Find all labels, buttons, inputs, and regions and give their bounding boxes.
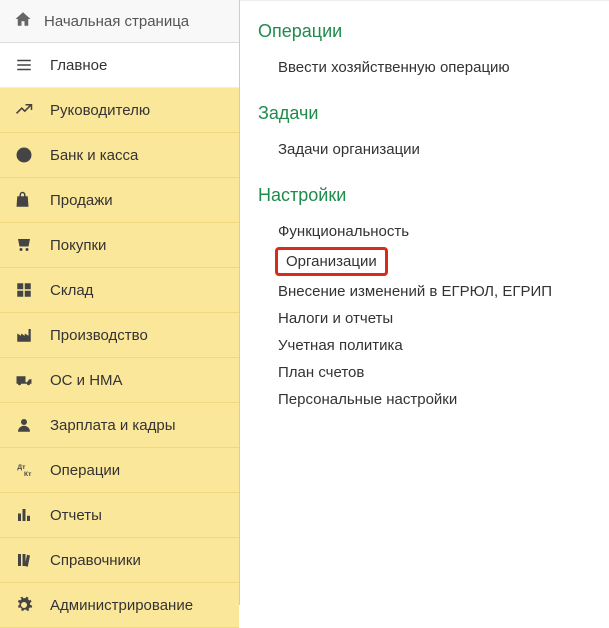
bar-chart-icon xyxy=(14,505,34,525)
gear-icon xyxy=(14,595,34,615)
svg-text:₽: ₽ xyxy=(21,151,26,160)
nav-label: Руководителю xyxy=(50,102,150,119)
link-org-tasks[interactable]: Задачи организации xyxy=(258,136,591,163)
link-accounting-policy[interactable]: Учетная политика xyxy=(258,332,591,359)
sidebar: Начальная страница Главное Руководителю … xyxy=(0,0,240,605)
person-icon xyxy=(14,415,34,435)
nav-label: Банк и касса xyxy=(50,147,138,164)
nav-item-purchases[interactable]: Покупки xyxy=(0,223,239,268)
nav-main[interactable]: Главное xyxy=(0,43,239,88)
nav-item-hr[interactable]: Зарплата и кадры xyxy=(0,403,239,448)
books-icon xyxy=(14,550,34,570)
link-personal-settings[interactable]: Персональные настройки xyxy=(258,386,591,413)
debit-credit-icon: ДтКт xyxy=(14,460,34,480)
nav-label: Администрирование xyxy=(50,597,193,614)
section-title: Задачи xyxy=(258,103,591,124)
nav-item-operations[interactable]: ДтКт Операции xyxy=(0,448,239,493)
nav-label: Производство xyxy=(50,327,148,344)
nav-item-production[interactable]: Производство xyxy=(0,313,239,358)
link-organizations[interactable]: Организации xyxy=(275,247,388,276)
nav-item-assets[interactable]: ОС и НМА xyxy=(0,358,239,403)
trend-up-icon xyxy=(14,100,34,120)
nav-label: Справочники xyxy=(50,552,141,569)
section-tasks: Задачи Задачи организации xyxy=(258,103,591,163)
link-registry-changes[interactable]: Внесение изменений в ЕГРЮЛ, ЕГРИП xyxy=(258,278,591,305)
section-title: Операции xyxy=(258,21,591,42)
link-functionality[interactable]: Функциональность xyxy=(258,218,591,245)
bag-icon xyxy=(14,190,34,210)
link-taxes-reports[interactable]: Налоги и отчеты xyxy=(258,305,591,332)
nav-label: Покупки xyxy=(50,237,106,254)
app-root: Начальная страница Главное Руководителю … xyxy=(0,0,609,605)
section-title: Настройки xyxy=(258,185,591,206)
section-operations: Операции Ввести хозяйственную операцию xyxy=(258,21,591,81)
nav-label: Зарплата и кадры xyxy=(50,417,176,434)
nav-main-label: Главное xyxy=(50,57,107,74)
nav-item-bank[interactable]: ₽ Банк и касса xyxy=(0,133,239,178)
menu-icon xyxy=(14,55,34,75)
nav-label: Склад xyxy=(50,282,93,299)
content-panel: Операции Ввести хозяйственную операцию З… xyxy=(240,0,609,605)
grid-icon xyxy=(14,280,34,300)
home-icon xyxy=(14,10,32,32)
cart-icon xyxy=(14,235,34,255)
home-label: Начальная страница xyxy=(44,13,189,30)
nav-item-manager[interactable]: Руководителю xyxy=(0,88,239,133)
nav-item-warehouse[interactable]: Склад xyxy=(0,268,239,313)
nav-item-sales[interactable]: Продажи xyxy=(0,178,239,223)
link-enter-operation[interactable]: Ввести хозяйственную операцию xyxy=(258,54,591,81)
truck-icon xyxy=(14,370,34,390)
factory-icon xyxy=(14,325,34,345)
nav-item-reports[interactable]: Отчеты xyxy=(0,493,239,538)
nav-label: Отчеты xyxy=(50,507,102,524)
nav-label: ОС и НМА xyxy=(50,372,123,389)
nav-label: Продажи xyxy=(50,192,113,209)
nav-item-admin[interactable]: Администрирование xyxy=(0,583,239,628)
nav-label: Операции xyxy=(50,462,120,479)
nav-item-references[interactable]: Справочники xyxy=(0,538,239,583)
ruble-icon: ₽ xyxy=(14,145,34,165)
link-chart-accounts[interactable]: План счетов xyxy=(258,359,591,386)
home-link[interactable]: Начальная страница xyxy=(0,0,239,43)
svg-text:Кт: Кт xyxy=(24,471,32,478)
section-settings: Настройки Функциональность Организации В… xyxy=(258,185,591,413)
